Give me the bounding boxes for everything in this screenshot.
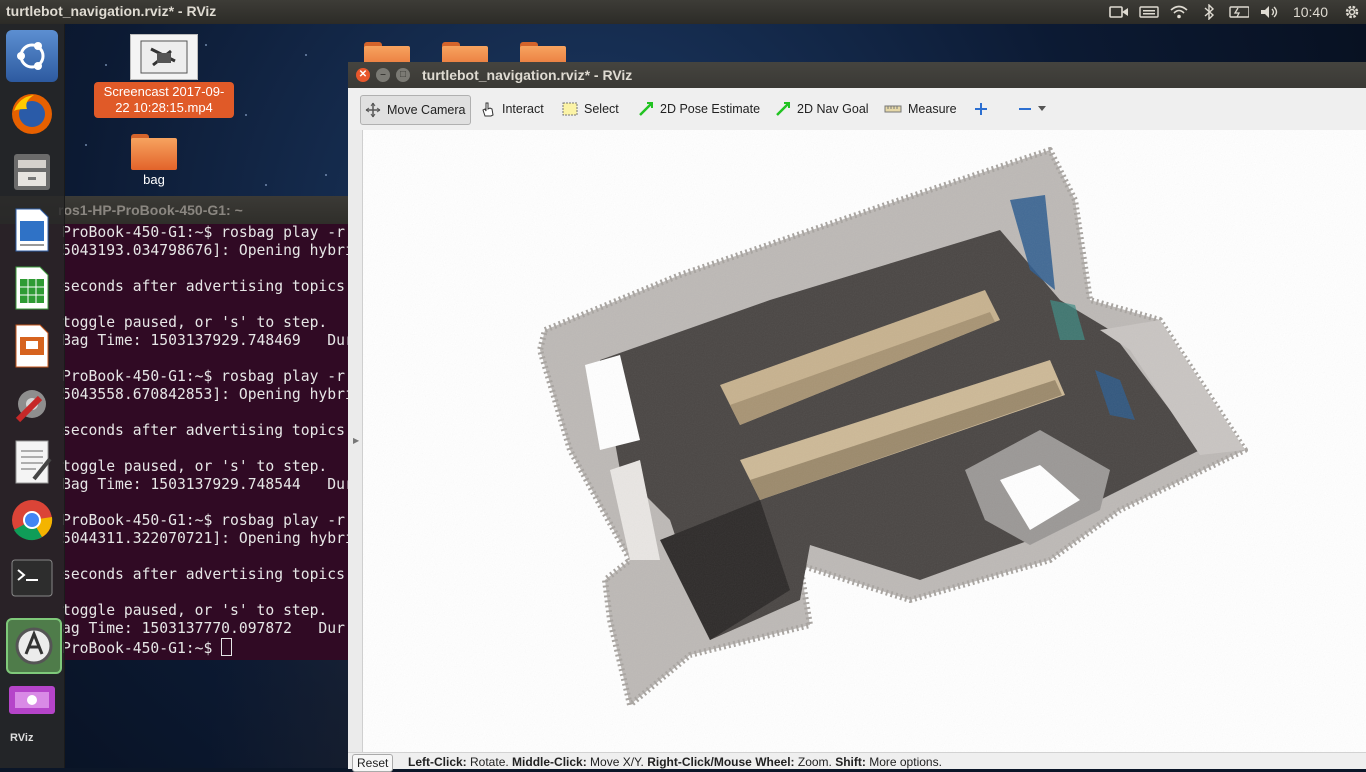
measure-label: Measure — [908, 102, 957, 116]
battery-icon[interactable] — [1229, 4, 1249, 20]
video-file-icon — [130, 34, 198, 80]
rviz-icon[interactable] — [6, 676, 58, 728]
interact-label: Interact — [502, 102, 544, 116]
system-tray: 10:40 — [1109, 0, 1362, 24]
chrome-icon[interactable] — [6, 494, 58, 546]
launcher: RViz — [0, 24, 65, 768]
rviz-window[interactable]: ✕ – □ turtlebot_navigation.rviz* - RViz … — [348, 62, 1366, 772]
measure-tool[interactable]: Measure — [880, 95, 961, 123]
software-updater-icon[interactable] — [6, 618, 62, 674]
terminal-line: ProBook-450-G1:~$ rosbag play -r — [62, 512, 345, 529]
move-camera-label: Move Camera — [387, 103, 466, 117]
wifi-icon[interactable] — [1169, 4, 1189, 20]
close-icon[interactable]: ✕ — [356, 68, 370, 82]
remove-tool-button[interactable] — [1014, 95, 1050, 123]
terminal-line: Bag Time: 1503137929.748544 Dur — [62, 476, 348, 493]
3d-viewport[interactable] — [363, 130, 1366, 752]
desktop-folder-label: bag — [143, 172, 165, 187]
chevron-down-icon — [1038, 106, 1046, 111]
add-tool-button[interactable] — [970, 95, 992, 123]
desktop-file-label: Screencast 2017-09-22 10:28:15.mp4 — [94, 82, 234, 118]
terminal-line: seconds after advertising topics. — [62, 422, 348, 439]
shift-action: More options. — [865, 755, 942, 769]
volume-icon[interactable] — [1259, 4, 1279, 20]
terminal-line: seconds after advertising topics. — [62, 566, 348, 583]
rviz-launcher-label: RViz — [10, 732, 34, 744]
rviz-title: turtlebot_navigation.rviz* - RViz — [422, 67, 633, 83]
rviz-statusbar: Reset Left-Click: Rotate. Middle-Click: … — [348, 752, 1366, 772]
terminal-line: seconds after advertising topics. — [62, 278, 348, 295]
folder-icon — [131, 134, 177, 170]
move-camera-tool[interactable]: Move Camera — [360, 95, 471, 125]
green-arrow-icon — [776, 102, 790, 116]
calc-icon[interactable] — [6, 262, 58, 314]
firefox-icon[interactable] — [6, 88, 58, 140]
rviz-titlebar[interactable]: ✕ – □ turtlebot_navigation.rviz* - RViz — [348, 62, 1366, 88]
terminal-line: ag Time: 1503137770.097872 Dur — [62, 620, 345, 637]
expand-arrow-icon[interactable]: ▶ — [353, 436, 359, 445]
top-panel: turtlebot_navigation.rviz* - RViz 10:40 — [0, 0, 1366, 24]
pose-estimate-tool[interactable]: 2D Pose Estimate — [634, 95, 764, 123]
keyboard-icon[interactable] — [1139, 4, 1159, 20]
reset-button[interactable]: Reset — [352, 754, 394, 772]
green-arrow-icon — [639, 102, 653, 116]
left-click-action: Rotate. — [466, 755, 513, 769]
left-dock-splitter[interactable]: ▶ — [348, 130, 363, 752]
pose-estimate-label: 2D Pose Estimate — [660, 102, 761, 116]
right-click-action: Zoom. — [794, 755, 836, 769]
desktop-file-screencast[interactable]: Screencast 2017-09-22 10:28:15.mp4 — [94, 34, 234, 118]
terminal-line: 5043193.034798676]: Opening hybri — [62, 242, 348, 259]
gear-icon[interactable] — [1342, 4, 1362, 20]
minus-icon — [1019, 108, 1031, 110]
interact-tool[interactable]: Interact — [476, 95, 548, 123]
maximize-icon[interactable]: □ — [396, 68, 410, 82]
bluetooth-icon[interactable] — [1199, 4, 1219, 20]
active-window-title: turtlebot_navigation.rviz* - RViz — [6, 3, 217, 19]
terminal-line: ProBook-450-G1:~$ rosbag play -r — [62, 368, 345, 385]
desktop-folder-bag[interactable]: bag — [124, 134, 184, 190]
clock[interactable]: 10:40 — [1293, 4, 1328, 20]
terminal-prompt: ProBook-450-G1:~$ — [62, 640, 222, 657]
terminal-line: 5044311.322070721]: Opening hybri — [62, 530, 348, 547]
move-camera-icon — [365, 102, 381, 118]
settings-icon[interactable] — [6, 378, 58, 430]
terminal-prompt-line: ProBook-450-G1:~$ — [62, 638, 233, 658]
terminal-line: toggle paused, or 's' to step. — [62, 458, 328, 475]
writer-icon[interactable] — [6, 204, 58, 256]
impress-icon[interactable] — [6, 320, 58, 372]
terminal-line: toggle paused, or 's' to step. — [62, 602, 328, 619]
point-cloud-render — [363, 130, 1366, 752]
left-click-label: Left-Click: — [408, 755, 467, 769]
hand-icon — [482, 102, 494, 117]
nav-goal-label: 2D Nav Goal — [797, 102, 869, 116]
rviz-toolbar: Move Camera Interact Select 2D Pose Esti… — [348, 88, 1366, 131]
nav-goal-tool[interactable]: 2D Nav Goal — [771, 95, 873, 123]
terminal-title: ros1-HP-ProBook-450-G1: ~ — [58, 202, 243, 218]
terminal-icon[interactable] — [6, 552, 58, 604]
ubuntu-icon[interactable] — [6, 30, 58, 82]
terminal-line: 5043558.670842853]: Opening hybri — [62, 386, 348, 403]
select-tool[interactable]: Select — [558, 95, 623, 123]
text-editor-icon[interactable] — [6, 436, 58, 488]
right-click-label: Right-Click/Mouse Wheel: — [647, 755, 795, 769]
terminal-line: ProBook-450-G1:~$ rosbag play -r — [62, 224, 345, 241]
terminal-line: toggle paused, or 's' to step. — [62, 314, 328, 331]
select-icon — [562, 102, 578, 116]
shift-label: Shift: — [835, 755, 866, 769]
ruler-icon — [884, 105, 902, 113]
screencast-indicator-icon[interactable] — [1109, 4, 1129, 20]
plus-icon — [975, 103, 987, 115]
terminal-line: Bag Time: 1503137929.748469 Dur — [62, 332, 348, 349]
middle-click-action: Move X/Y. — [586, 755, 648, 769]
files-icon[interactable] — [6, 146, 58, 198]
middle-click-label: Middle-Click: — [512, 755, 587, 769]
select-label: Select — [584, 102, 619, 116]
terminal-cursor — [221, 638, 233, 656]
minimize-icon[interactable]: – — [376, 68, 390, 82]
